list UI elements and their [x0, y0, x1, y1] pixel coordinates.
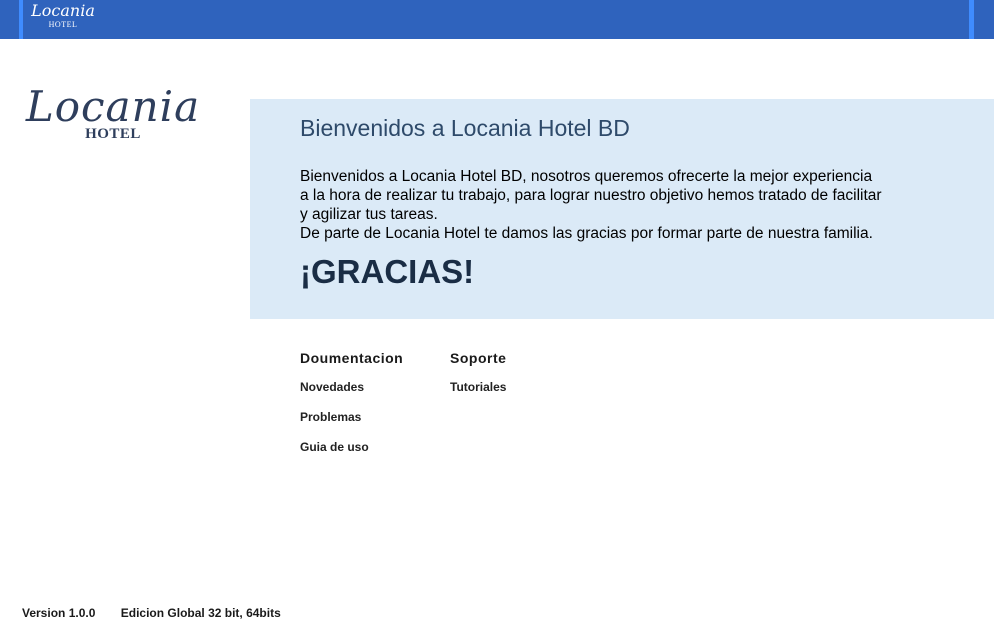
link-tutoriales[interactable]: Tutoriales — [450, 372, 506, 402]
top-bar-logo[interactable]: Locania HOTEL — [28, 1, 98, 30]
welcome-message-line: De parte de Locania Hotel te damos las g… — [300, 225, 873, 242]
top-bar-right-accent — [969, 0, 974, 39]
documentation-links: Doumentacion Novedades Problemas Guia de… — [300, 350, 403, 462]
link-novedades[interactable]: Novedades — [300, 372, 403, 402]
welcome-title: Bienvenidos a Locania Hotel BD — [300, 115, 630, 141]
welcome-message-line: y agilizar tus tareas. — [300, 206, 438, 223]
link-guia-de-uso[interactable]: Guia de uso — [300, 432, 403, 462]
thanks-heading: ¡GRACIAS! — [300, 253, 475, 290]
welcome-message-line: Bienvenidos a Locania Hotel BD, nosotros… — [300, 168, 873, 185]
support-heading: Soporte — [450, 350, 507, 366]
edition-label: Edicion Global 32 bit, 64bits — [120, 606, 281, 620]
documentation-heading: Doumentacion — [300, 350, 404, 366]
welcome-message: Bienvenidos a Locania Hotel BD, nosotros… — [300, 167, 960, 243]
hotel-logo-script: Locania — [25, 82, 201, 131]
top-bar-logo-script: Locania — [31, 1, 95, 20]
footer: Version 1.0.0 Edicion Global 32 bit, 64b… — [22, 606, 303, 620]
hotel-logo: Locania HOTEL — [24, 82, 202, 143]
welcome-panel: Bienvenidos a Locania Hotel BD Bienvenid… — [250, 99, 994, 319]
welcome-message-line: a la hora de realizar tu trabajo, para l… — [300, 187, 882, 204]
support-links: Soporte Tutoriales — [450, 350, 506, 402]
top-bar-logo-subtitle: HOTEL — [48, 20, 78, 29]
link-problemas[interactable]: Problemas — [300, 402, 403, 432]
top-bar-left-accent — [19, 0, 23, 39]
top-bar: Locania HOTEL — [0, 0, 994, 39]
version-label: Version 1.0.0 — [22, 606, 96, 620]
